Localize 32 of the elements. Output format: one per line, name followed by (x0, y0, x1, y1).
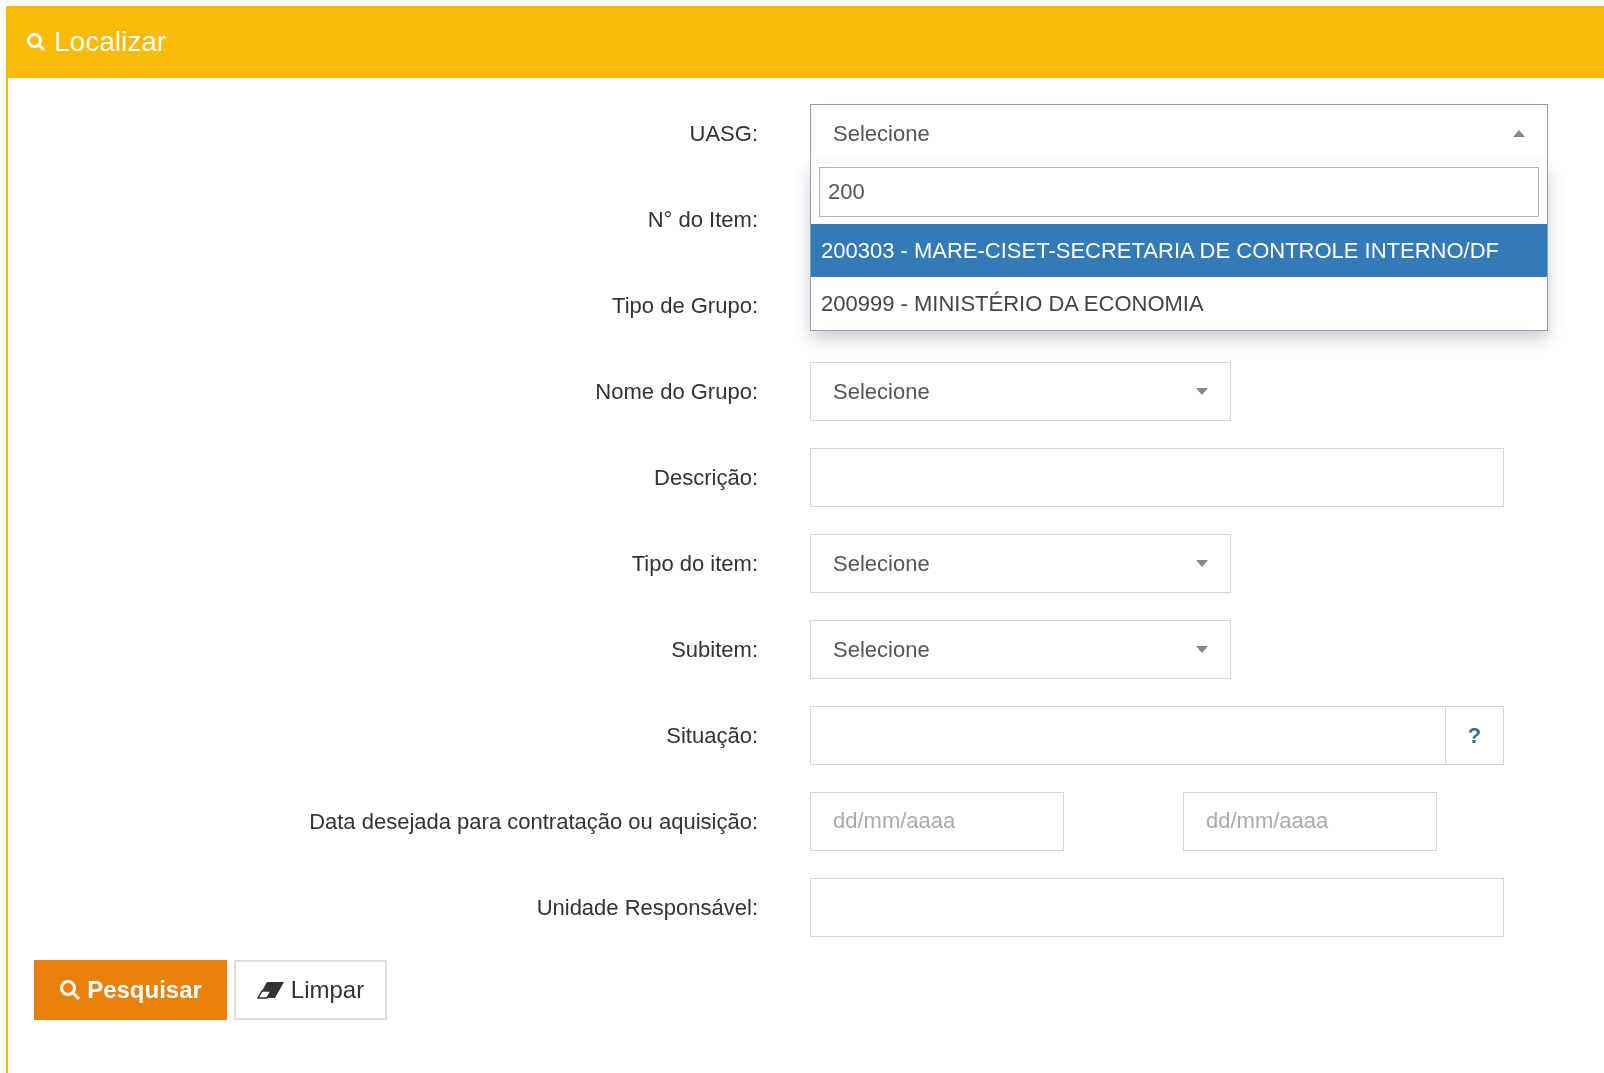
field-label: N° do Item: (647, 206, 758, 232)
select-field[interactable]: Selecione (810, 103, 1548, 163)
field-label: Data desejada para contratação ou aquisição: (309, 808, 758, 834)
search-icon (59, 979, 82, 1001)
text-field[interactable] (810, 447, 1504, 507)
field-label: Situação: (666, 722, 758, 748)
field-label: UASG: (689, 120, 758, 146)
field-label: Tipo de Grupo: (612, 292, 758, 318)
date-field[interactable]: dd/mm/aaaa (810, 791, 1064, 851)
clear-button[interactable]: Limpar (234, 960, 387, 1020)
caret-icon (1196, 387, 1208, 395)
eraser-icon (256, 981, 285, 999)
search-icon (26, 32, 46, 52)
field-label: Tipo do item: (631, 550, 758, 576)
select-field[interactable]: Selecione (810, 619, 1231, 679)
caret-icon (1196, 559, 1208, 567)
help-button[interactable]: ? (1445, 706, 1503, 764)
select-field[interactable]: Selecione (810, 533, 1231, 593)
field-label: Nome do Grupo: (595, 378, 758, 404)
search-field[interactable]: 200 (819, 166, 1539, 217)
dropdown-option[interactable]: 200999 - MINISTÉRIO DA ECONOMIA (811, 276, 1547, 330)
caret-icon (1513, 130, 1525, 137)
field-label: Descrição: (654, 464, 758, 490)
panel-title: Localizar (54, 25, 167, 59)
dropdown-option[interactable]: 200303 - MARE-CISET-SECRETARIA DE CONTROLE INTERNO/DF (811, 223, 1547, 277)
field-label: Subitem: (671, 636, 758, 662)
caret-icon (1196, 645, 1208, 653)
field-label: Unidade Responsável: (536, 894, 758, 920)
date-field[interactable]: dd/mm/aaaa (1183, 791, 1437, 851)
select-field[interactable]: Selecione (810, 361, 1231, 421)
text-field[interactable]: ? (810, 705, 1504, 765)
text-field[interactable] (810, 877, 1504, 937)
